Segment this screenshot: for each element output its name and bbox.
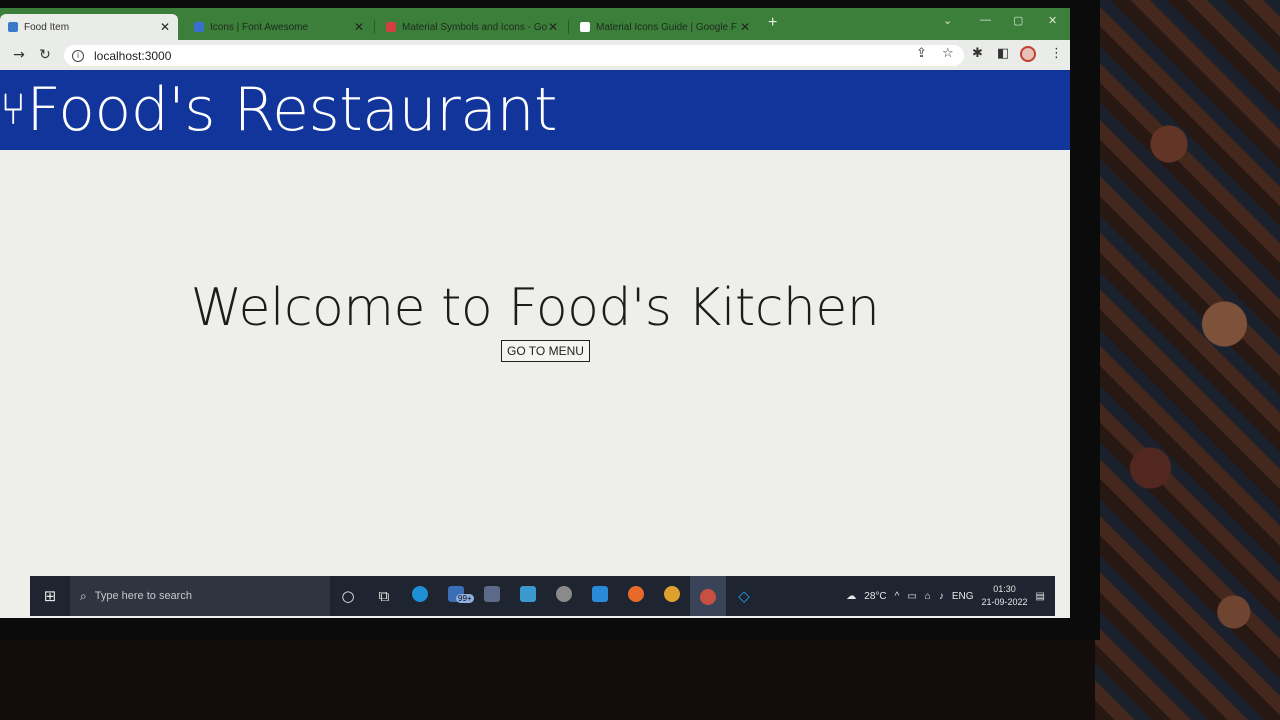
mail-icon[interactable]: 99+ [438,586,474,606]
tab-material-icons-guide[interactable]: Material Icons Guide | Google F ✕ [572,14,758,40]
vscode-icon[interactable]: ◇ [726,587,762,605]
tab-title: Icons | Font Awesome [210,21,309,33]
tab-food-item[interactable]: Food Item ✕ [0,14,178,40]
profile-avatar[interactable] [1020,46,1036,62]
share-icon[interactable]: ⇪ [916,46,927,61]
clock[interactable]: 01:30 21-09-2022 [982,583,1028,609]
reload-icon[interactable]: ↻ [32,47,58,63]
browser-toolbar: → ↻ i localhost:3000 ⇪ ☆ ✱ ◧ ⋮ [0,40,1070,70]
notification-icon[interactable]: ▤ [1036,591,1045,602]
tab-separator [568,20,569,34]
network-icon[interactable]: ⌂ [925,591,931,602]
hero-title: Welcome to Food's Kitchen [190,278,880,338]
chevron-up-icon[interactable]: ^ [895,591,900,602]
screen: Food Item ✕ Icons | Font Awesome ✕ Mater… [0,8,1070,618]
cloud-icon: ☁ [846,590,857,602]
close-icon[interactable]: ✕ [548,20,558,34]
windows-start-icon[interactable]: ⊞ [30,587,70,605]
tab-font-awesome[interactable]: Icons | Font Awesome ✕ [186,14,372,40]
brand-title: Food's Restaurant [26,75,558,145]
extensions-icon[interactable]: ✱ [972,46,983,61]
restore-icon[interactable]: ▢ [1013,14,1023,27]
clock-date: 21-09-2022 [981,597,1028,607]
kebab-menu-icon[interactable]: ⋮ [1050,46,1063,61]
tab-favicon-icon [386,22,396,32]
tab-title: Material Icons Guide | Google F [596,21,737,33]
background-fabric [1095,0,1280,720]
chrome-icon[interactable] [654,586,690,606]
clock-time: 01:30 [993,584,1016,594]
site-header: ⑂ Food's Restaurant [0,70,1070,150]
address-bar[interactable]: i localhost:3000 [64,45,964,66]
tab-strip: Food Item ✕ Icons | Font Awesome ✕ Mater… [0,8,1070,40]
folder-icon[interactable] [582,586,618,606]
close-icon[interactable]: ✕ [740,20,750,34]
chrome-active-icon[interactable] [690,576,726,616]
close-icon[interactable]: ✕ [160,20,170,34]
edge-icon[interactable] [402,586,438,606]
star-icon[interactable]: ☆ [942,46,954,61]
url-text: localhost:3000 [94,48,172,63]
weather-text[interactable]: 28°C [864,591,886,602]
firefox-icon[interactable] [618,586,654,606]
search-placeholder: Type here to search [94,590,192,602]
l-app-icon[interactable] [510,586,546,606]
tab-title: Food Item [24,21,70,33]
language-indicator[interactable]: ENG [952,591,974,602]
cortana-icon[interactable]: ○ [330,587,366,605]
new-tab-button[interactable]: + [768,14,777,32]
go-to-menu-button[interactable]: GO TO MENU [501,340,590,362]
minimize-icon[interactable]: — [980,14,991,26]
tab-favicon-icon [580,22,590,32]
tab-title: Material Symbols and Icons - Go [402,21,548,33]
fork-knife-icon: ⑂ [0,84,27,135]
tab-separator [374,20,375,34]
tab-material-symbols[interactable]: Material Symbols and Icons - Go ✕ [378,14,566,40]
side-panel-icon[interactable]: ◧ [997,46,1009,61]
forward-icon[interactable]: → [6,47,32,63]
tab-favicon-icon [194,22,204,32]
battery-icon[interactable]: ▭ [907,591,916,602]
info-icon[interactable]: i [72,49,84,62]
windows-taskbar: ⊞ ⌕ Type here to search ○ ⧉ 99+ ◇ ☁ 28°C… [30,576,1055,616]
taskbar-search[interactable]: ⌕ Type here to search [70,576,330,616]
task-view-icon[interactable]: ⧉ [366,587,402,605]
tab-search-icon[interactable]: ⌄ [943,14,952,27]
volume-icon[interactable]: ♪ [939,591,944,602]
mail-badge: 99+ [456,594,474,603]
search-icon: ⌕ [80,588,87,603]
close-icon[interactable]: ✕ [354,20,364,34]
close-window-icon[interactable]: ✕ [1048,14,1057,27]
system-tray: ☁ 28°C ^ ▭ ⌂ ♪ ENG 01:30 21-09-2022 ▤ [846,576,1045,616]
tab-favicon-icon [8,22,18,32]
media-icon[interactable] [546,586,582,606]
store-icon[interactable] [474,586,510,606]
